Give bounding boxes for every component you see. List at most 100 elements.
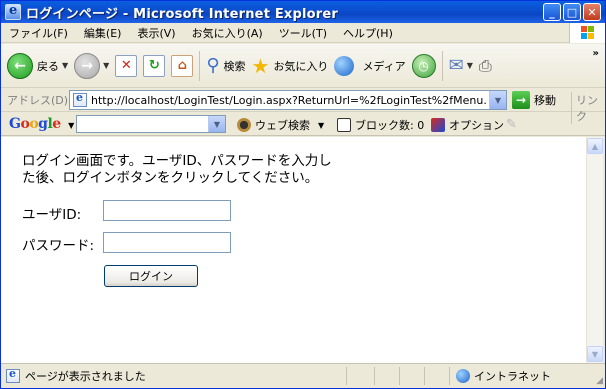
resize-grip-icon[interactable]: ◢ (596, 376, 603, 386)
block-count-label: ブロック数: 0 (355, 119, 425, 132)
media-label: メディア (362, 59, 406, 73)
page-status-icon (6, 367, 20, 383)
history-button[interactable]: ◷ (411, 49, 436, 83)
status-panel (449, 367, 450, 385)
menu-help[interactable]: ヘルプ(H) (335, 25, 401, 41)
go-arrow-icon: → (512, 91, 530, 109)
mail-dropdown-icon[interactable]: ▼ (467, 61, 473, 70)
address-dropdown-icon[interactable]: ▼ (489, 91, 506, 109)
standard-toolbar: ← 戻る ▼ → ▼ ✕ ↻ ⌂ ⚲ 検索 ★ お気に入り メディア ◷ ✉ ▼… (1, 44, 605, 88)
menu-favorites[interactable]: お気に入り(A) (184, 25, 271, 41)
google-search-input[interactable]: ▼ (76, 115, 226, 133)
page-content: ログイン画面です。ユーザID、パスワードを入力し た後、ログインボタンをクリック… (1, 137, 586, 363)
status-panel (374, 367, 375, 385)
binoculars-icon (237, 118, 251, 132)
vertical-scrollbar[interactable]: ▲ ▼ (586, 137, 603, 363)
go-label: 移動 (534, 94, 556, 107)
search-button[interactable]: ⚲ 検索 (206, 49, 245, 83)
web-search-dropdown-icon[interactable]: ▼ (318, 121, 324, 130)
userid-input[interactable] (103, 200, 231, 221)
web-search-button[interactable]: ウェブ検索 ▼ (237, 117, 324, 133)
intro-line: ログイン画面です。ユーザID、パスワードを入力し (22, 153, 332, 169)
refresh-button[interactable]: ↻ (143, 49, 166, 83)
refresh-icon: ↻ (143, 54, 166, 77)
back-arrow-icon: ← (7, 52, 33, 79)
toolbar-overflow-icon[interactable]: » (593, 48, 599, 59)
scroll-down-icon[interactable]: ▼ (587, 346, 603, 362)
browser-window: ログインページ - Microsoft Internet Explorer _ … (0, 0, 606, 389)
forward-button[interactable]: → ▼ (74, 49, 109, 83)
intro-line: た後、ログインボタンをクリックしてください。 (22, 170, 319, 186)
options-label: オプション (449, 119, 504, 132)
window-controls: _ □ ✕ (543, 3, 601, 21)
forward-dropdown-icon[interactable]: ▼ (103, 61, 109, 70)
google-logo[interactable]: Google ▼ (9, 116, 74, 132)
toolbar-separator (199, 50, 201, 81)
security-zone[interactable]: イントラネット (456, 368, 551, 384)
menu-bar: ファイル(F) 編集(E) 表示(V) お気に入り(A) ツール(T) ヘルプ(… (1, 23, 605, 43)
google-toolbar: Google ▼ ▼ ウェブ検索 ▼ ブロック数: 0 オプション ✎ (1, 112, 605, 136)
stop-button[interactable]: ✕ (115, 49, 138, 83)
back-dropdown-icon[interactable]: ▼ (62, 61, 68, 70)
google-logo-letter: e (52, 115, 61, 132)
address-input[interactable]: http://localhost/LoginTest/Login.aspx?Re… (69, 90, 507, 110)
minimize-button[interactable]: _ (543, 3, 561, 21)
highlighter-icon: ✎ (506, 117, 517, 132)
intranet-globe-icon (456, 369, 470, 383)
window-title: ログインページ - Microsoft Internet Explorer (26, 6, 339, 22)
search-label: 検索 (223, 59, 246, 73)
home-icon: ⌂ (171, 54, 194, 77)
go-button[interactable]: → 移動 (512, 91, 556, 109)
menu-file[interactable]: ファイル(F) (1, 25, 76, 41)
media-icon (334, 55, 355, 76)
mail-icon: ✉ (448, 55, 464, 76)
web-search-label: ウェブ検索 (255, 119, 310, 132)
intro-text: ログイン画面です。ユーザID、パスワードを入力し た後、ログインボタンをクリック… (22, 153, 362, 187)
highlight-button[interactable]: ✎ (506, 117, 517, 132)
popup-blocker-button[interactable]: ブロック数: 0 (337, 117, 424, 133)
media-button[interactable]: メディア (334, 49, 406, 83)
title-bar[interactable]: ログインページ - Microsoft Internet Explorer _ … (1, 1, 605, 23)
mail-button[interactable]: ✉ ▼ (449, 49, 473, 83)
favorites-star-icon: ★ (251, 53, 270, 78)
home-button[interactable]: ⌂ (171, 49, 194, 83)
options-button[interactable]: オプション (431, 117, 504, 133)
favorites-button[interactable]: ★ お気に入り (252, 49, 329, 83)
print-icon: ⎙ (478, 55, 492, 75)
userid-label: ユーザID: (22, 207, 82, 223)
back-button[interactable]: ← 戻る ▼ (7, 49, 68, 83)
menu-view[interactable]: 表示(V) (129, 25, 183, 41)
status-text: ページが表示されました (25, 369, 146, 383)
login-button[interactable]: ログイン (104, 265, 198, 287)
menu-tools[interactable]: ツール(T) (271, 25, 335, 41)
search-icon: ⚲ (206, 55, 220, 76)
back-label: 戻る (37, 59, 59, 73)
google-menu-dropdown-icon[interactable]: ▼ (68, 120, 74, 130)
page-icon (73, 91, 87, 107)
address-label: アドレス(D) (7, 93, 69, 107)
history-icon: ◷ (411, 53, 436, 78)
password-label: パスワード: (22, 238, 95, 254)
favorites-label: お気に入り (273, 59, 329, 73)
password-input[interactable] (103, 232, 231, 253)
windows-flag-icon (581, 26, 595, 40)
status-bar: ページが表示されました イントラネット ◢ (1, 363, 605, 387)
menu-edit[interactable]: 編集(E) (76, 25, 130, 41)
close-button[interactable]: ✕ (583, 3, 601, 21)
windows-logo (569, 23, 605, 43)
zone-label: イントラネット (474, 370, 551, 383)
popup-blocker-icon (337, 118, 351, 132)
google-logo-letter: o (29, 115, 39, 132)
stop-icon: ✕ (115, 54, 138, 77)
options-icon (431, 118, 445, 132)
toolbar-separator (441, 50, 443, 81)
status-panel (424, 367, 425, 385)
scroll-up-icon[interactable]: ▲ (587, 138, 603, 154)
print-button[interactable]: ⎙ (479, 49, 492, 83)
address-url[interactable]: http://localhost/LoginTest/Login.aspx?Re… (91, 94, 487, 107)
status-panel (346, 367, 347, 385)
ie-icon (5, 3, 21, 20)
maximize-button[interactable]: □ (563, 3, 581, 21)
google-search-dropdown-icon[interactable]: ▼ (208, 116, 225, 132)
address-bar: アドレス(D) http://localhost/LoginTest/Login… (1, 88, 605, 124)
